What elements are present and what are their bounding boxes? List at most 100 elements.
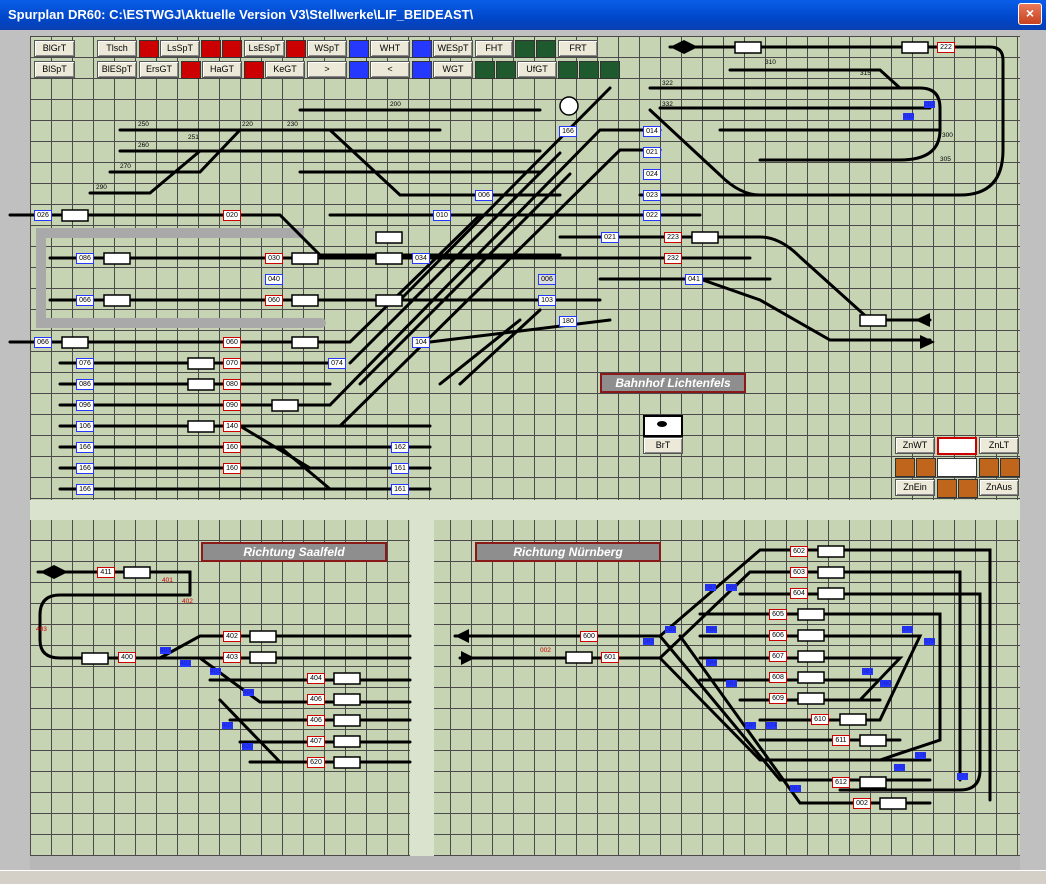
signal-number-red[interactable]: 030 xyxy=(265,253,283,264)
signal-number-red[interactable]: 090 xyxy=(223,400,241,411)
signal-number[interactable]: 014 xyxy=(643,126,661,137)
track-label: 087 xyxy=(705,584,716,591)
signal-number-red[interactable]: 160 xyxy=(223,442,241,453)
track-label: 090 xyxy=(745,722,756,729)
track-label: 401 xyxy=(160,647,171,654)
track-label: 407 xyxy=(222,722,233,729)
track-label: 075 xyxy=(894,764,905,771)
signal-number[interactable]: 106 xyxy=(76,421,94,432)
signal-number[interactable]: 021 xyxy=(643,147,661,158)
track-label: 088 xyxy=(726,584,737,591)
signal-number-red[interactable]: 060 xyxy=(265,295,283,306)
track-label: 083 xyxy=(726,680,737,687)
signal-number[interactable]: 041 xyxy=(685,274,703,285)
signal-number[interactable]: 024 xyxy=(643,169,661,180)
signal-number[interactable]: 161 xyxy=(391,484,409,495)
track-label: 310 xyxy=(765,59,776,66)
track-label: 315 xyxy=(860,70,871,77)
signal-number-red[interactable]: 403 xyxy=(223,652,241,663)
track-label: 220 xyxy=(242,121,253,128)
track-label: 077 xyxy=(957,773,968,780)
signal-number-red[interactable]: 080 xyxy=(223,379,241,390)
signal-number[interactable]: 086 xyxy=(76,379,94,390)
track-label: 230 xyxy=(287,121,298,128)
signal-number-red[interactable]: 605 xyxy=(769,609,787,620)
signal-number[interactable]: 010 xyxy=(433,210,451,221)
track-label: 200 xyxy=(390,101,401,108)
signal-number-red[interactable]: 606 xyxy=(769,630,787,641)
signal-number-red[interactable]: 406 xyxy=(307,694,325,705)
signal-number-red[interactable]: 609 xyxy=(769,693,787,704)
signal-number[interactable]: 066 xyxy=(34,337,52,348)
track-label: 082 xyxy=(790,785,801,792)
signal-number-red[interactable]: 603 xyxy=(790,567,808,578)
track-label: 084 xyxy=(706,659,717,666)
signal-number[interactable]: 104 xyxy=(412,337,430,348)
track-label: 270 xyxy=(120,163,131,170)
signal-number[interactable]: 166 xyxy=(559,126,577,137)
track-label: 290 xyxy=(96,184,107,191)
signal-number-red[interactable]: 404 xyxy=(307,673,325,684)
signal-number[interactable]: 022 xyxy=(643,210,661,221)
track-label: 332 xyxy=(662,101,673,108)
track-label: 250 xyxy=(138,121,149,128)
signal-number-red[interactable]: 608 xyxy=(769,672,787,683)
signal-number[interactable]: 096 xyxy=(76,400,94,411)
signal-number-red[interactable]: 620 xyxy=(307,757,325,768)
track-label: 322 xyxy=(662,80,673,87)
signal-number-red[interactable]: 223 xyxy=(664,232,682,243)
signal-number[interactable]: 166 xyxy=(76,463,94,474)
track-label: 078 xyxy=(924,638,935,645)
track-label: 402 xyxy=(180,660,191,667)
signal-number-red[interactable]: 400 xyxy=(118,652,136,663)
signal-number[interactable]: 006 xyxy=(538,274,556,285)
signal-number-red[interactable]: 600 xyxy=(580,631,598,642)
signal-number-red[interactable]: 602 xyxy=(790,546,808,557)
signal-number-red[interactable]: 020 xyxy=(223,210,241,221)
signal-number-red[interactable]: 060 xyxy=(223,337,241,348)
signal-number[interactable]: 006 xyxy=(475,190,493,201)
signal-number-red[interactable]: 411 xyxy=(97,567,115,578)
signal-number[interactable]: 086 xyxy=(76,253,94,264)
track-label: 260 xyxy=(138,142,149,149)
signal-number[interactable]: 161 xyxy=(391,463,409,474)
track-label: 403 xyxy=(210,668,221,675)
track-label: 401 xyxy=(162,577,173,584)
signal-number[interactable]: 034 xyxy=(412,253,430,264)
signal-number-red[interactable]: 407 xyxy=(307,736,325,747)
signal-number-red[interactable]: 232 xyxy=(664,253,682,264)
signal-number-red[interactable]: 002 xyxy=(853,798,871,809)
track-label: 079 xyxy=(902,626,913,633)
track-label: 085 xyxy=(706,626,717,633)
signal-number[interactable]: 180 xyxy=(559,316,577,327)
signal-number[interactable]: 066 xyxy=(76,295,94,306)
signal-number-red[interactable]: 406 xyxy=(307,715,325,726)
signal-number[interactable]: 074 xyxy=(328,358,346,369)
signal-number-red[interactable]: 607 xyxy=(769,651,787,662)
signal-number-red[interactable]: 070 xyxy=(223,358,241,369)
signal-number[interactable]: 166 xyxy=(76,484,94,495)
arrow-left-icon xyxy=(670,40,684,54)
track-label: 074 xyxy=(766,722,777,729)
signal-number[interactable]: 103 xyxy=(538,295,556,306)
signal-number-red[interactable]: 402 xyxy=(223,631,241,642)
signal-number-red[interactable]: 611 xyxy=(832,735,850,746)
track-label: 402 xyxy=(182,598,193,605)
signal-number-red[interactable]: 610 xyxy=(811,714,829,725)
track-label: 089 xyxy=(665,626,676,633)
track-label: 305 xyxy=(940,156,951,163)
signal-number-red[interactable]: 601 xyxy=(601,652,619,663)
signal-number[interactable]: 162 xyxy=(391,442,409,453)
signal-number-red[interactable]: 160 xyxy=(223,463,241,474)
signal-number[interactable]: 021 xyxy=(601,232,619,243)
signal-number-red[interactable]: 222 xyxy=(937,42,955,53)
signal-number[interactable]: 023 xyxy=(643,190,661,201)
signal-number[interactable]: 040 xyxy=(265,274,283,285)
signal-number[interactable]: 166 xyxy=(76,442,94,453)
signal-number[interactable]: 026 xyxy=(34,210,52,221)
signal-number-red[interactable]: 612 xyxy=(832,777,850,788)
signal-number[interactable]: 076 xyxy=(76,358,94,369)
signal-number-red[interactable]: 604 xyxy=(790,588,808,599)
track-label: 083 xyxy=(643,638,654,645)
signal-number-red[interactable]: 140 xyxy=(223,421,241,432)
